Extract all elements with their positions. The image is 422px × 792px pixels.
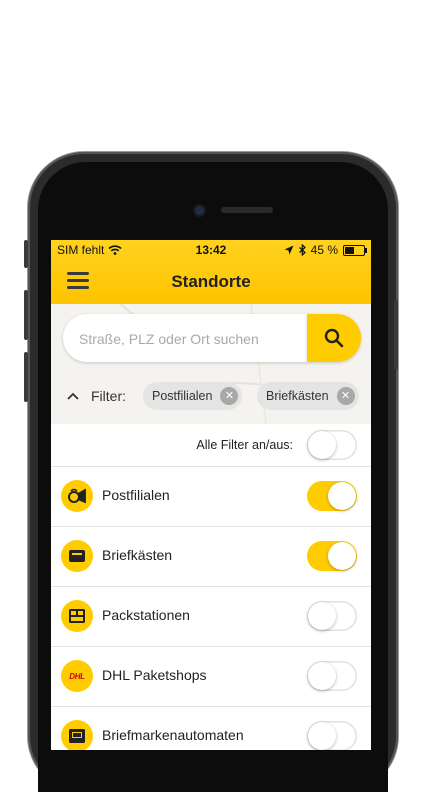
dhl-logo-icon: DHL: [61, 660, 93, 692]
toggle-knob: [308, 662, 336, 690]
battery-percentage: 45 %: [310, 243, 338, 257]
dhl-logo-text: DHL: [69, 671, 85, 681]
dhl-paketshops-toggle[interactable]: [307, 661, 357, 691]
power-button: [394, 300, 398, 370]
toggle-knob: [328, 542, 356, 570]
packstationen-toggle[interactable]: [307, 601, 357, 631]
app-header: SIM fehlt 13:42 45 % Standorte: [51, 240, 371, 304]
battery-icon: [343, 244, 367, 256]
briefmarkenautomaten-toggle[interactable]: [307, 721, 357, 750]
filter-item-label: Briefmarkenautomaten: [102, 727, 244, 743]
filter-chip-label: Briefkästen: [266, 389, 329, 403]
app-screen: SIM fehlt 13:42 45 % Standorte Straße, P…: [51, 240, 371, 750]
filter-item-dhl-paketshops: DHL DHL Paketshops: [51, 647, 371, 707]
volume-down-button: [24, 352, 28, 402]
filter-chip-briefkaesten[interactable]: Briefkästen ✕: [257, 382, 359, 410]
earpiece-speaker: [221, 207, 273, 213]
filter-item-postfilialen: Postfilialen: [51, 467, 371, 527]
mailbox-icon: [61, 540, 93, 572]
remove-filter-icon[interactable]: ✕: [336, 387, 355, 405]
filter-bar: Filter: Postfilialen ✕ Briefkästen ✕: [51, 376, 371, 416]
search-input[interactable]: [77, 328, 301, 350]
mute-switch: [24, 240, 28, 268]
filter-chip-label: Postfilialen: [152, 389, 213, 403]
front-camera: [195, 206, 204, 215]
page-title: Standorte: [171, 272, 251, 291]
battery-level: [345, 246, 354, 254]
postfilialen-toggle[interactable]: [307, 481, 357, 511]
filter-item-label: Postfilialen: [102, 487, 170, 503]
toggle-knob: [328, 482, 356, 510]
status-bar: SIM fehlt 13:42 45 %: [51, 240, 371, 260]
toggle-knob: [308, 722, 336, 750]
filter-item-label: DHL Paketshops: [102, 667, 207, 683]
filter-item-briefmarkenautomaten: Briefmarkenautomaten: [51, 707, 371, 750]
filter-item-briefkaesten: Briefkästen: [51, 527, 371, 587]
filter-label[interactable]: Filter:: [91, 388, 126, 404]
search-field-container: [63, 314, 307, 362]
bluetooth-icon: [298, 244, 306, 256]
filter-item-label: Briefkästen: [102, 547, 173, 563]
search-icon: [324, 328, 344, 348]
posthorn-icon: [61, 480, 93, 512]
all-filters-toggle[interactable]: [307, 430, 357, 460]
location-arrow-icon: [284, 245, 294, 255]
chevron-up-icon[interactable]: [67, 388, 79, 404]
remove-filter-icon[interactable]: ✕: [220, 387, 239, 405]
stamp-machine-icon: [61, 720, 93, 750]
all-filters-row: Alle Filter an/aus:: [51, 424, 371, 467]
search-button[interactable]: [307, 314, 361, 362]
volume-up-button: [24, 290, 28, 340]
toggle-knob: [308, 431, 336, 459]
briefkaesten-toggle[interactable]: [307, 541, 357, 571]
filter-chip-postfilialen[interactable]: Postfilialen ✕: [143, 382, 243, 410]
all-filters-label: Alle Filter an/aus:: [196, 438, 293, 452]
filter-item-label: Packstationen: [102, 607, 190, 623]
packstation-icon: [61, 600, 93, 632]
navigation-bar: Standorte: [51, 260, 371, 304]
filter-item-packstationen: Packstationen: [51, 587, 371, 647]
toggle-knob: [308, 602, 336, 630]
